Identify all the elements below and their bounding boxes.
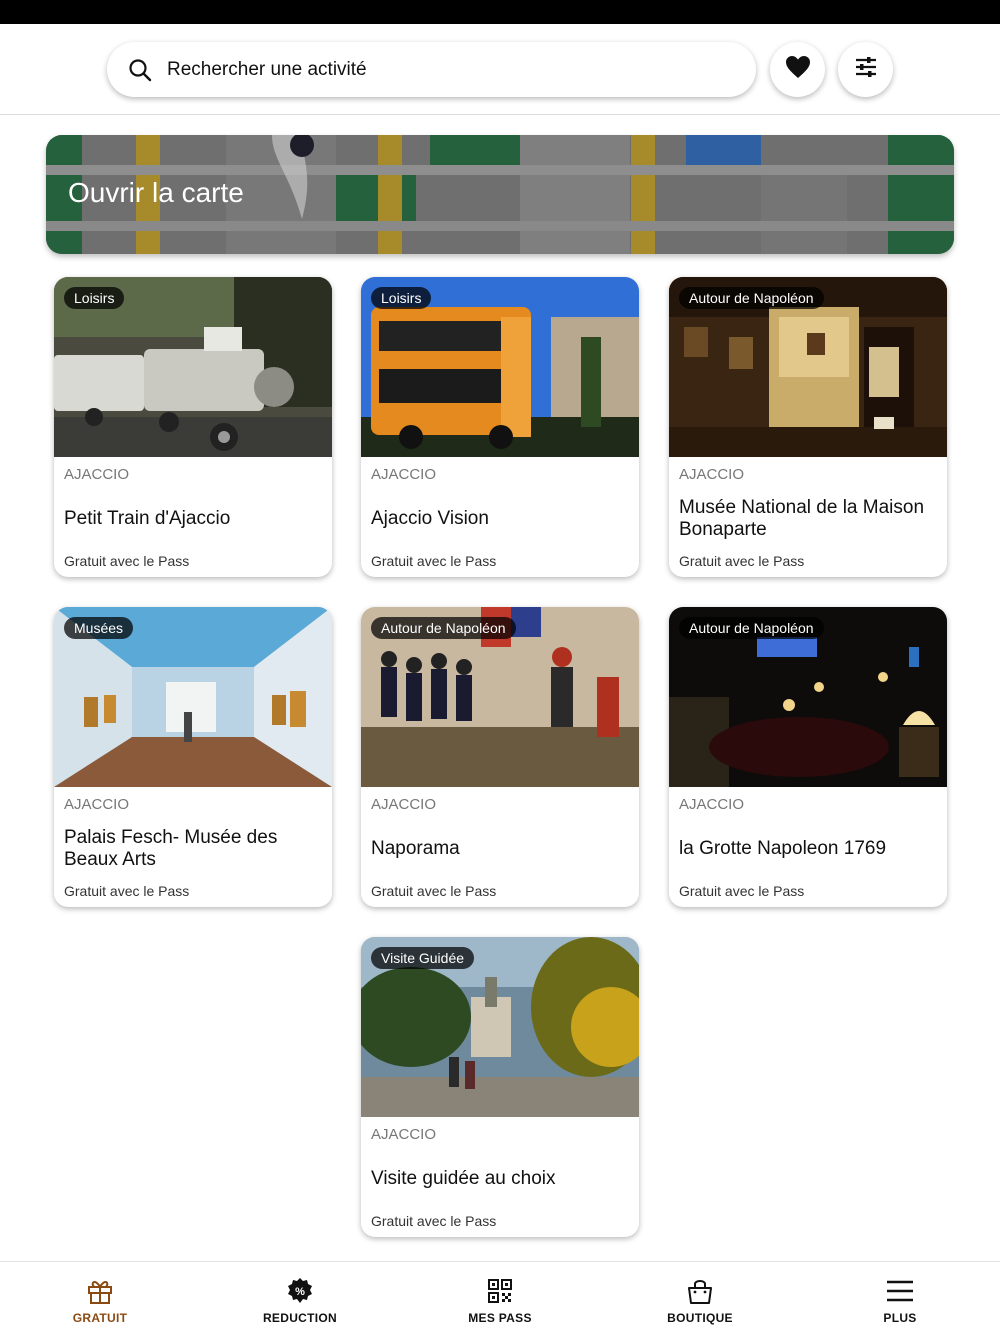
bottom-navigation: GRATUIT % REDUCTION MES PASS BOUTIQUE PL… bbox=[0, 1261, 1000, 1334]
search-header bbox=[0, 24, 1000, 115]
gift-icon bbox=[85, 1276, 115, 1306]
filters-button[interactable] bbox=[838, 42, 893, 97]
category-tag: Autour de Napoléon bbox=[371, 617, 516, 639]
nav-label: BOUTIQUE bbox=[667, 1311, 733, 1325]
heart-icon bbox=[785, 55, 811, 84]
nav-label: REDUCTION bbox=[262, 1311, 338, 1325]
activity-title: Petit Train d'Ajaccio bbox=[64, 508, 231, 529]
activity-title: Musée National de la Maison Bonaparte bbox=[679, 497, 925, 540]
activity-price: Gratuit avec le Pass bbox=[64, 553, 190, 569]
nav-item-gratuit[interactable]: GRATUIT bbox=[30, 1262, 170, 1334]
open-map-banner[interactable]: Ouvrir la carte bbox=[46, 135, 954, 254]
category-tag: Loisirs bbox=[371, 287, 432, 309]
activity-city: AJACCIO bbox=[371, 466, 437, 483]
activity-card[interactable]: Loisirs AJACCIO Petit Train d'Ajaccio Gr… bbox=[54, 277, 332, 577]
percent-badge-icon: % bbox=[285, 1276, 315, 1306]
activity-price: Gratuit avec le Pass bbox=[371, 883, 497, 899]
activity-card[interactable]: Autour de Napoléon AJACCIO Naporama Grat… bbox=[361, 607, 639, 907]
nav-item-plus[interactable]: PLUS bbox=[830, 1262, 970, 1334]
menu-icon bbox=[885, 1276, 915, 1306]
sliders-icon bbox=[854, 56, 878, 83]
qr-code-icon bbox=[485, 1276, 515, 1306]
favorites-button[interactable] bbox=[770, 42, 825, 97]
activity-card[interactable]: Visite Guidée AJACCIO Visite guidée au c… bbox=[361, 937, 639, 1237]
activity-card[interactable]: Musées AJACCIO Palais Fesch- Musée des B… bbox=[54, 607, 332, 907]
activity-card[interactable]: Autour de Napoléon AJACCIO la Grotte Nap… bbox=[669, 607, 947, 907]
category-tag: Visite Guidée bbox=[371, 947, 475, 969]
activity-price: Gratuit avec le Pass bbox=[64, 883, 190, 899]
category-tag: Autour de Napoléon bbox=[679, 287, 824, 309]
activity-city: AJACCIO bbox=[679, 466, 745, 483]
activity-title: Visite guidée au choix bbox=[371, 1168, 556, 1189]
activity-city: AJACCIO bbox=[64, 796, 130, 813]
activity-title: Naporama bbox=[371, 838, 460, 859]
activity-title: Palais Fesch- Musée des Beaux Arts bbox=[64, 827, 278, 870]
activity-city: AJACCIO bbox=[371, 1126, 437, 1143]
activity-price: Gratuit avec le Pass bbox=[679, 883, 805, 899]
category-tag: Autour de Napoléon bbox=[679, 617, 824, 639]
nav-label: GRATUIT bbox=[72, 1311, 128, 1325]
activity-city: AJACCIO bbox=[679, 796, 745, 813]
status-bar bbox=[0, 0, 1000, 24]
category-tag: Loisirs bbox=[64, 287, 125, 309]
nav-item-boutique[interactable]: BOUTIQUE bbox=[630, 1262, 770, 1334]
activity-city: AJACCIO bbox=[64, 466, 130, 483]
search-bar[interactable] bbox=[107, 42, 756, 97]
nav-label: PLUS bbox=[883, 1311, 917, 1325]
svg-text:%: % bbox=[295, 1286, 305, 1298]
activity-price: Gratuit avec le Pass bbox=[371, 1213, 497, 1229]
activity-title: la Grotte Napoleon 1769 bbox=[679, 838, 887, 859]
nav-item-reduction[interactable]: % REDUCTION bbox=[230, 1262, 370, 1334]
search-icon bbox=[127, 57, 153, 83]
activity-card[interactable]: Loisirs AJACCIO Ajaccio Vision Gratuit a… bbox=[361, 277, 639, 577]
search-input[interactable] bbox=[167, 58, 727, 81]
nav-label: MES PASS bbox=[468, 1311, 532, 1325]
nav-item-mes-pass[interactable]: MES PASS bbox=[430, 1262, 570, 1334]
activity-title: Ajaccio Vision bbox=[371, 508, 489, 529]
activity-city: AJACCIO bbox=[371, 796, 437, 813]
category-tag: Musées bbox=[64, 617, 134, 639]
activity-price: Gratuit avec le Pass bbox=[371, 553, 497, 569]
open-map-label: Ouvrir la carte bbox=[68, 177, 244, 208]
activity-price: Gratuit avec le Pass bbox=[679, 553, 805, 569]
shopping-bag-icon bbox=[685, 1276, 715, 1306]
activity-card[interactable]: Autour de Napoléon AJACCIO Musée Nationa… bbox=[669, 277, 947, 577]
